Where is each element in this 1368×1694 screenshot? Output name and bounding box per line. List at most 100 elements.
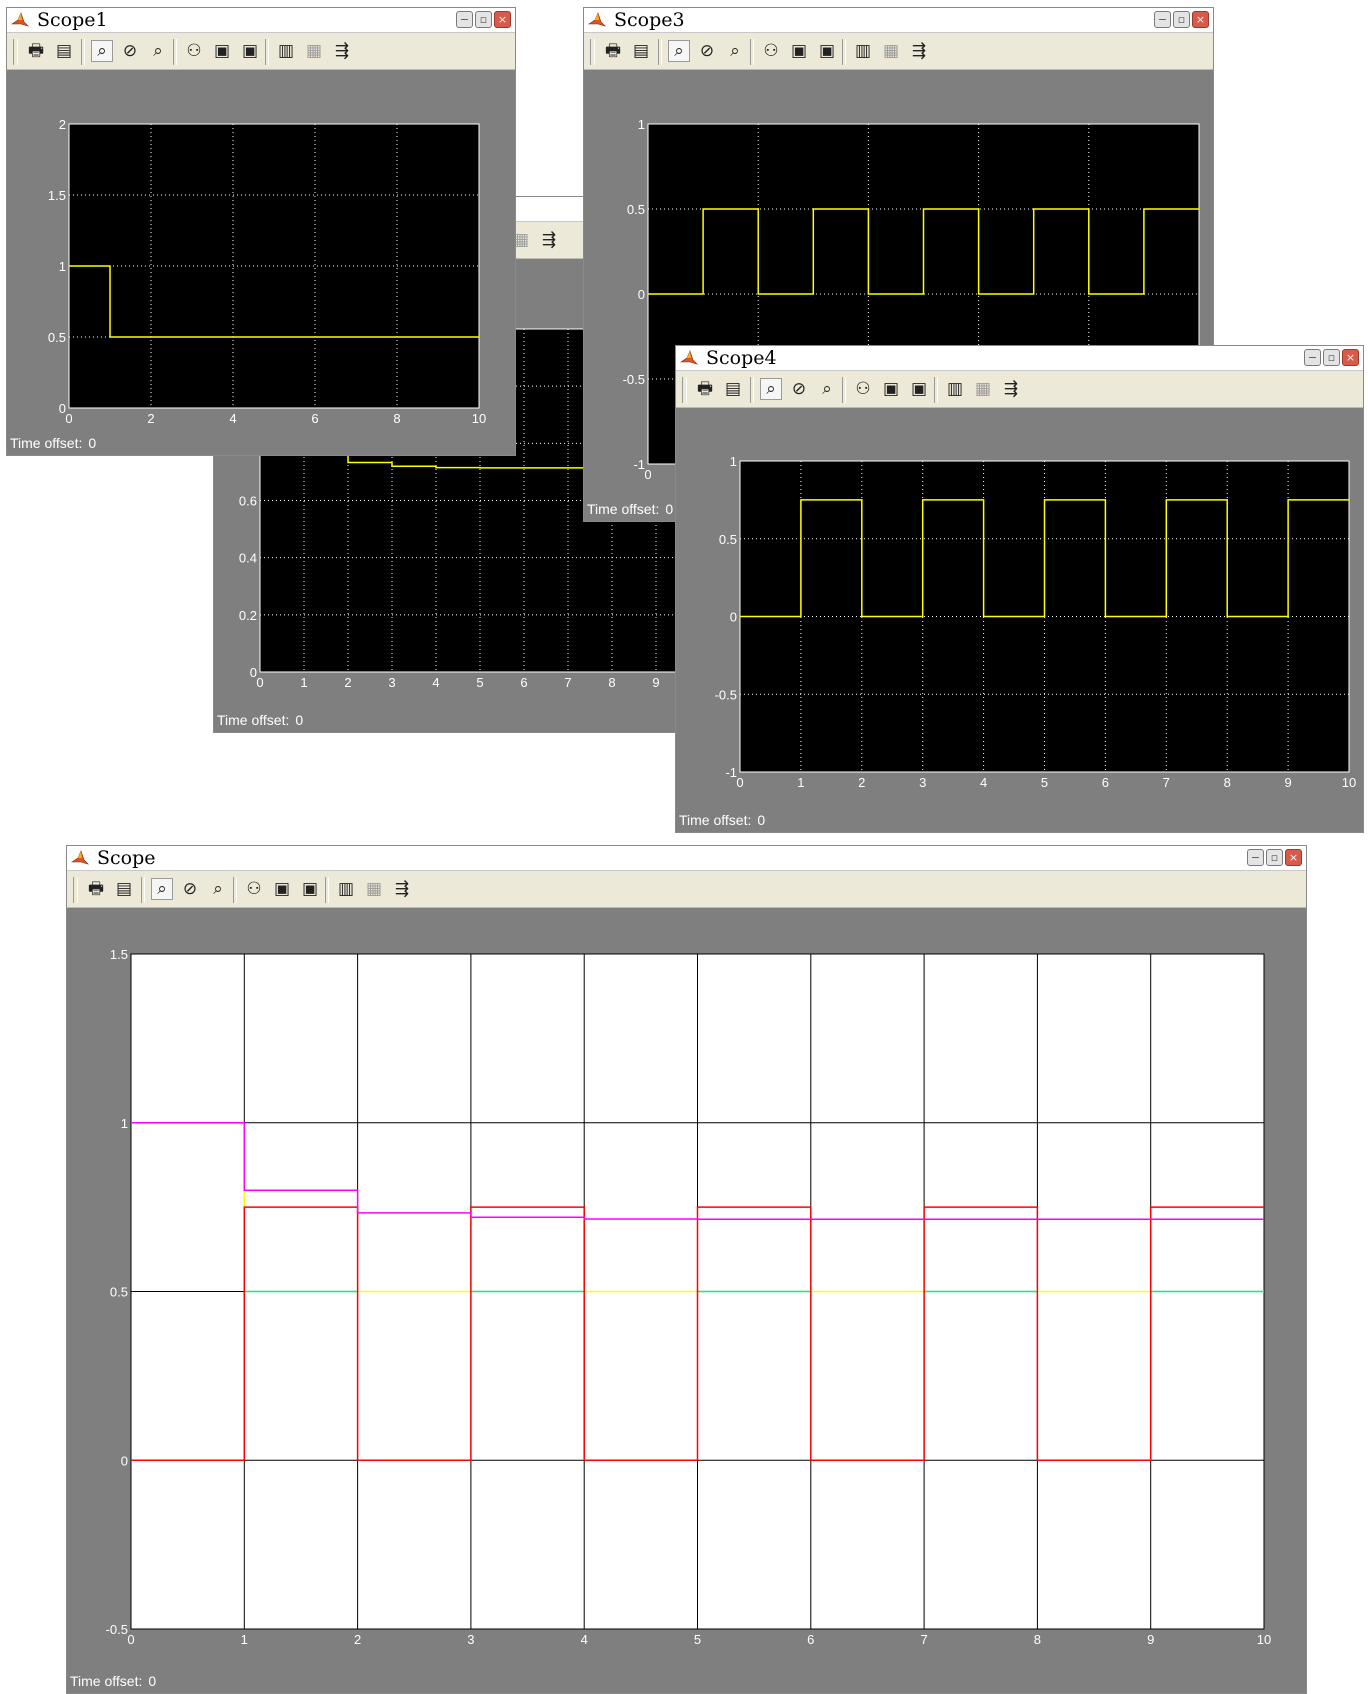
close-button[interactable]: × — [1192, 11, 1209, 28]
y-tick-label: 1.5 — [48, 188, 66, 203]
signal-selector-button[interactable]: ⇶ — [1000, 378, 1022, 400]
print-button[interactable]: 🖶 — [85, 878, 107, 900]
parameters-button[interactable]: ▥ — [335, 878, 357, 900]
scope3-titlebar[interactable]: Scope3 − ▫ × — [584, 8, 1213, 33]
autoscale-button[interactable]: ⚇ — [243, 878, 265, 900]
toolbar-separator — [842, 377, 846, 403]
x-tick-label: 6 — [311, 411, 318, 426]
parameters-button[interactable]: ▥ — [275, 40, 297, 62]
restore-axes-icon: ▣ — [818, 40, 836, 61]
restore-axes-button[interactable]: ▣ — [816, 40, 838, 62]
save-axes-button[interactable]: ▣ — [271, 878, 293, 900]
time-offset-label: Time offset: — [217, 712, 290, 728]
zoom-y-button[interactable]: ⌕ — [207, 878, 229, 900]
scope-plot[interactable]: 0 2 4 6 8 10 0 0.5 1 1.5 2 — [7, 70, 515, 455]
maximize-icon: ▫ — [1177, 13, 1186, 26]
save-axes-button[interactable]: ▣ — [211, 40, 233, 62]
print-button[interactable]: 🖶 — [602, 40, 624, 62]
lock-axes-button[interactable]: ▦ — [363, 878, 385, 900]
zoom-button[interactable]: ⌕ — [668, 40, 690, 62]
close-button[interactable]: × — [494, 11, 511, 28]
window-controls: −▫ × — [1154, 11, 1209, 28]
minimize-button[interactable]: − — [1247, 849, 1264, 866]
zoom-button[interactable]: ⌕ — [151, 878, 173, 900]
y-tick-label: 1 — [638, 117, 645, 132]
close-button[interactable]: × — [1342, 349, 1359, 366]
print-figure-button[interactable]: ▤ — [113, 878, 135, 900]
time-offset-value: 0 — [757, 812, 766, 828]
print-figure-button[interactable]: ▤ — [722, 378, 744, 400]
y-tick-label: -0.5 — [623, 372, 645, 387]
zoom-y-button[interactable]: ⌕ — [147, 40, 169, 62]
close-button[interactable]: × — [1285, 849, 1302, 866]
maximize-button[interactable]: ▫ — [1266, 849, 1283, 866]
parameters-button[interactable]: ▥ — [852, 40, 874, 62]
print-button[interactable]: 🖶 — [25, 40, 47, 62]
minimize-button[interactable]: − — [1154, 11, 1171, 28]
restore-axes-button[interactable]: ▣ — [239, 40, 261, 62]
x-tick-label: 9 — [1147, 1632, 1154, 1647]
window-title: Scope4 — [706, 347, 777, 369]
scope4-window[interactable]: Scope4− ▫ × 🖶 ▤ ⌕ ⊘ ⌕ ⚇ ▣ ▣ ▥ ▦ ⇶ 0 1 2 3 4 5 6 7 8 9 10 -1 -0.5 0 0… — [675, 345, 1364, 833]
signal-selector-button[interactable]: ⇶ — [331, 40, 353, 62]
save-axes-button[interactable]: ▣ — [788, 40, 810, 62]
zoom-button[interactable]: ⌕ — [760, 378, 782, 400]
restore-axes-button[interactable]: ▣ — [908, 378, 930, 400]
scope1-titlebar[interactable]: Scope1 − ▫ × — [7, 8, 515, 33]
maximize-button[interactable]: ▫ — [1323, 349, 1340, 366]
parameters-button[interactable]: ▥ — [944, 378, 966, 400]
zoom-x-icon: ⊘ — [122, 40, 138, 61]
maximize-icon: ▫ — [479, 13, 488, 26]
x-tick-label: 7 — [564, 675, 571, 690]
matlab-logo-icon — [11, 11, 30, 29]
signal-selector-button[interactable]: ⇶ — [908, 40, 930, 62]
minimize-button[interactable]: − — [1304, 349, 1321, 366]
autoscale-button[interactable]: ⚇ — [852, 378, 874, 400]
signal-selector-button[interactable]: ⇶ — [538, 229, 560, 251]
scope-window[interactable]: Scope − ▫ × 🖶 ▤ ⌕ ⊘ ⌕ ⚇ ▣ ▣ ▥ ▦ ⇶ 0 1 2 3 4 5 6 7 8 9 10 -0.5 0 0.5 1… — [66, 845, 1307, 1694]
x-tick-label: 10 — [472, 411, 486, 426]
toolbar-separator — [934, 377, 938, 403]
print-icon: 🖶 — [87, 878, 105, 899]
plot-area: 0 1 2 3 4 5 6 7 8 9 10 -0.5 0 0.5 1 1.5 Time offset: 0 — [67, 908, 1306, 1693]
autoscale-button[interactable]: ⚇ — [183, 40, 205, 62]
restore-axes-icon: ▣ — [241, 40, 259, 61]
y-tick-label: 1 — [59, 259, 66, 274]
restore-axes-button[interactable]: ▣ — [299, 878, 321, 900]
x-tick-label: 10 — [1342, 775, 1356, 790]
lock-axes-button[interactable]: ▦ — [303, 40, 325, 62]
zoom-x-button[interactable]: ⊘ — [696, 40, 718, 62]
signal-selector-button[interactable]: ⇶ — [391, 878, 413, 900]
x-tick-label: 2 — [858, 775, 865, 790]
zoom-x-button[interactable]: ⊘ — [788, 378, 810, 400]
toolbar-grip[interactable] — [590, 39, 595, 65]
zoom-y-button[interactable]: ⌕ — [816, 378, 838, 400]
print-figure-button[interactable]: ▤ — [53, 40, 75, 62]
save-axes-button[interactable]: ▣ — [880, 378, 902, 400]
zoom-y-button[interactable]: ⌕ — [724, 40, 746, 62]
print-figure-button[interactable]: ▤ — [630, 40, 652, 62]
close-icon: × — [497, 13, 508, 26]
minimize-button[interactable]: − — [456, 11, 473, 28]
toolbar-grip[interactable] — [682, 377, 687, 403]
print-figure-icon: ▤ — [55, 40, 73, 61]
lock-axes-button[interactable]: ▦ — [880, 40, 902, 62]
scope1-window[interactable]: Scope1 − ▫ × 🖶 ▤ ⌕ ⊘ ⌕ ⚇ ▣ ▣ ▥ ▦ ⇶ 0 2 4 6 8 10 0 0.5 1 1.5 2 Time… — [6, 7, 516, 456]
scope4-titlebar[interactable]: Scope4 − ▫ × — [676, 346, 1363, 371]
autoscale-button[interactable]: ⚇ — [760, 40, 782, 62]
toolbar-grip[interactable] — [13, 39, 18, 65]
print-button[interactable]: 🖶 — [694, 378, 716, 400]
lock-axes-button[interactable]: ▦ — [972, 378, 994, 400]
zoom-x-button[interactable]: ⊘ — [119, 40, 141, 62]
scope-plot[interactable]: 0 1 2 3 4 5 6 7 8 9 10 -1 -0.5 0 0.5 1 — [676, 408, 1363, 832]
y-tick-label: 0.5 — [627, 202, 645, 217]
zoom-button[interactable]: ⌕ — [91, 40, 113, 62]
maximize-button[interactable]: ▫ — [1173, 11, 1190, 28]
toolbar-grip[interactable] — [73, 877, 78, 903]
scope-titlebar[interactable]: Scope − ▫ × — [67, 846, 1306, 871]
maximize-button[interactable]: ▫ — [475, 11, 492, 28]
y-tick-label: 1 — [730, 454, 737, 469]
scope-plot[interactable]: 0 1 2 3 4 5 6 7 8 9 10-0.500.511.5 — [67, 908, 1306, 1693]
window-title: Scope — [97, 847, 156, 869]
zoom-x-button[interactable]: ⊘ — [179, 878, 201, 900]
